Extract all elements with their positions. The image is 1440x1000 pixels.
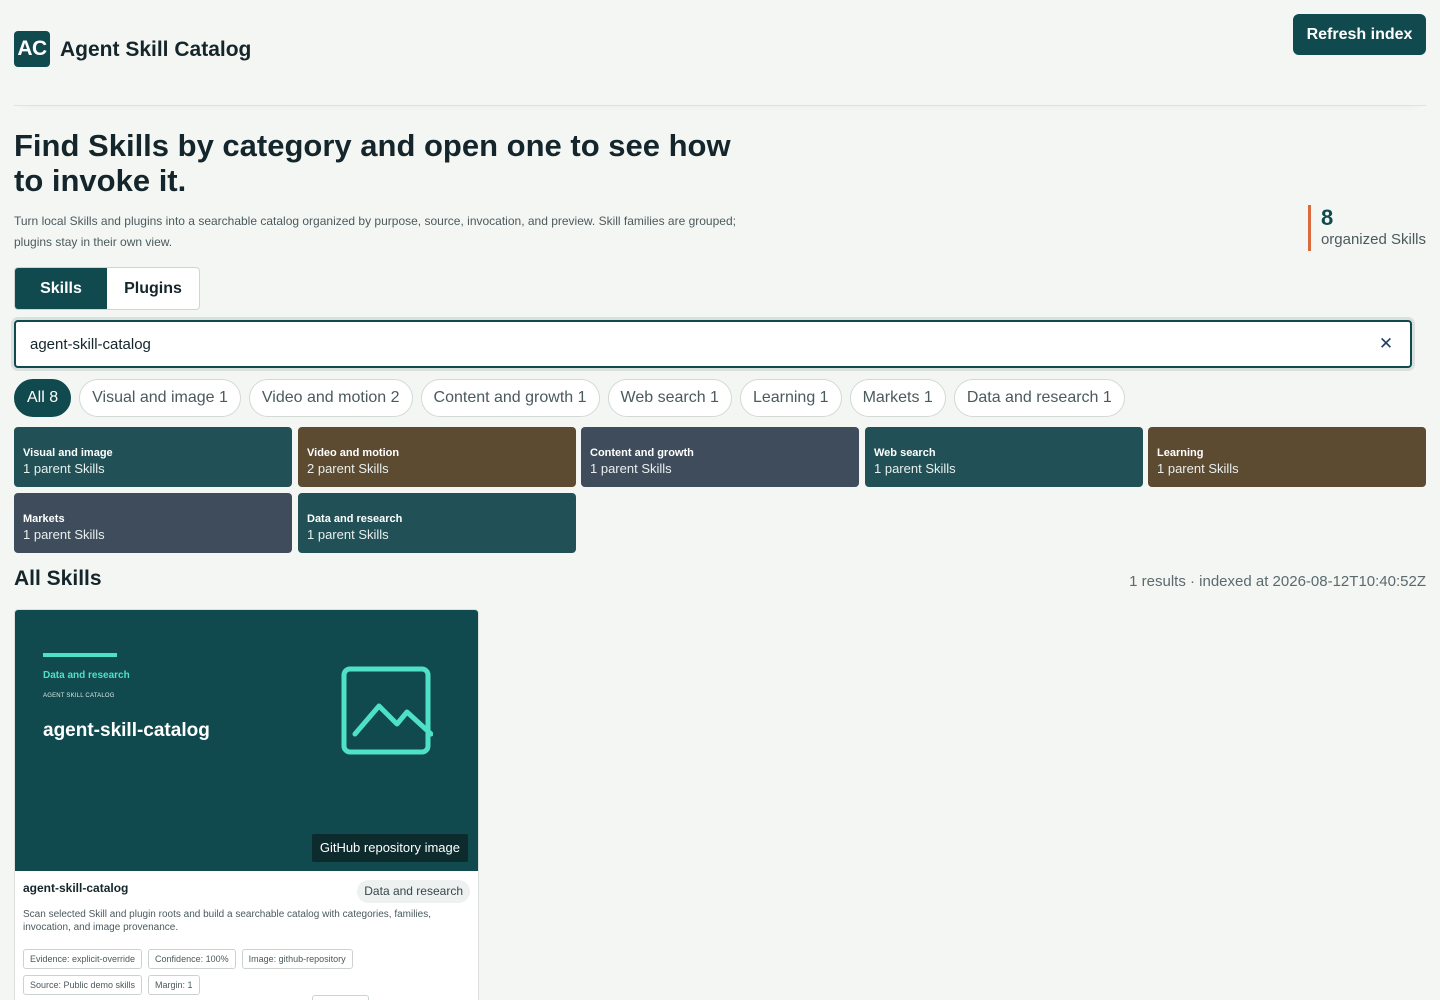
chip-video-and-motion[interactable]: Video and motion 2	[248, 379, 413, 417]
search-input[interactable]	[30, 322, 1330, 366]
category-tile-markets[interactable]: Markets 1 parent Skills	[14, 493, 292, 553]
app-header: AC Agent Skill Catalog Refresh index	[14, 0, 1426, 106]
tag-image: Image: github-repository	[241, 949, 353, 969]
chip-markets[interactable]: Markets 1	[849, 379, 946, 417]
page-title: Find Skills by category and open one to …	[14, 128, 731, 198]
category-tile-learning[interactable]: Learning 1 parent Skills	[1148, 427, 1426, 487]
category-name: Web search	[874, 447, 936, 459]
category-badge: Data and research	[357, 880, 470, 903]
category-tile-visual-and-image[interactable]: Visual and image 1 parent Skills	[14, 427, 292, 487]
category-tile-data-and-research[interactable]: Data and research 1 parent Skills	[298, 493, 576, 553]
app-logo: AC	[14, 31, 50, 67]
chip-all[interactable]: All 8	[14, 379, 72, 417]
chip-learning[interactable]: Learning 1	[739, 379, 842, 417]
close-icon[interactable]: ✕	[1376, 334, 1396, 354]
skill-card[interactable]: Data and research AGENT SKILL CATALOG ag…	[14, 609, 479, 1000]
preview-category: Data and research	[43, 670, 130, 681]
page-description: Turn local Skills and plugins into a sea…	[14, 214, 736, 249]
category-tile-content-and-growth[interactable]: Content and growth 1 parent Skills	[581, 427, 859, 487]
category-name: Visual and image	[23, 447, 113, 459]
chip-visual-and-image[interactable]: Visual and image 1	[79, 379, 241, 417]
app-title: Agent Skill Catalog	[60, 38, 252, 61]
skill-title: agent-skill-catalog	[23, 881, 129, 895]
category-filter-chips: All 8 Visual and image 1 Video and motio…	[14, 379, 1125, 417]
search-box: ✕	[14, 320, 1412, 368]
chip-data-and-research[interactable]: Data and research 1	[953, 379, 1125, 417]
results-title: All Skills	[14, 567, 102, 590]
skill-description: Scan selected Skill and plugin roots and…	[23, 909, 432, 933]
preview-eyebrow: AGENT SKILL CATALOG	[43, 693, 115, 699]
skill-tags: Evidence: explicit-override Confidence: …	[23, 949, 463, 995]
chip-content-and-growth[interactable]: Content and growth 1	[420, 379, 600, 417]
category-name: Markets	[23, 513, 65, 525]
category-count: 1 parent Skills	[307, 527, 389, 542]
stat-label: organized Skills	[1320, 231, 1426, 248]
category-name: Data and research	[307, 513, 403, 525]
category-name: Video and motion	[307, 447, 400, 459]
refresh-index-button[interactable]: Refresh index	[1293, 14, 1426, 55]
category-count: 1 parent Skills	[874, 461, 956, 476]
chip-web-search[interactable]: Web search 1	[607, 379, 732, 417]
tag-source: Source: Public demo skills	[23, 975, 143, 995]
results-meta: 1 results · indexed at 2026-08-12T10:40:…	[1129, 573, 1426, 590]
image-source-label: GitHub repository image	[311, 834, 468, 862]
skills-count-stat: 8 organized Skills	[1307, 205, 1426, 251]
category-tile-web-search[interactable]: Web search 1 parent Skills	[865, 427, 1143, 487]
tag-evidence: Evidence: explicit-override	[23, 949, 143, 969]
category-count: 1 parent Skills	[590, 461, 672, 476]
card-action-button[interactable]	[312, 995, 369, 1000]
tag-confidence: Confidence: 100%	[148, 949, 236, 969]
skill-preview-image: Data and research AGENT SKILL CATALOG ag…	[15, 610, 478, 871]
category-count: 1 parent Skills	[23, 461, 105, 476]
stat-value: 8	[1320, 205, 1334, 230]
category-name: Learning	[1157, 447, 1204, 459]
category-name: Content and growth	[590, 447, 694, 459]
tab-skills[interactable]: Skills	[15, 268, 107, 309]
preview-accent-bar	[43, 653, 117, 657]
category-count: 2 parent Skills	[307, 461, 389, 476]
category-count: 1 parent Skills	[1157, 461, 1239, 476]
view-tabs: Skills Plugins	[14, 267, 200, 310]
preview-skill-name: agent-skill-catalog	[43, 720, 210, 741]
tab-plugins[interactable]: Plugins	[107, 268, 199, 309]
category-count: 1 parent Skills	[23, 527, 105, 542]
tag-margin: Margin: 1	[148, 975, 200, 995]
image-icon	[341, 666, 433, 755]
category-tile-video-and-motion[interactable]: Video and motion 2 parent Skills	[298, 427, 576, 487]
